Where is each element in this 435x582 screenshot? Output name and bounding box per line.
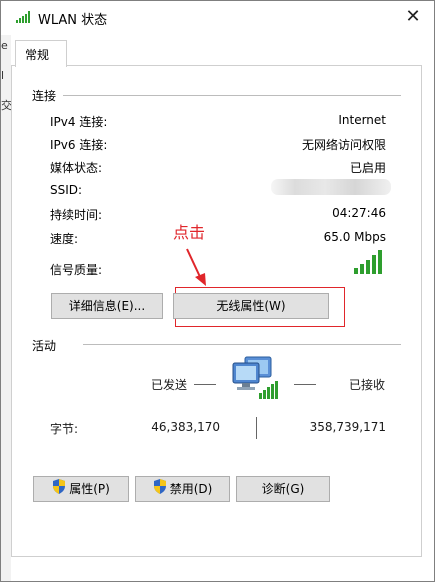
- media-state-value: 已启用: [349, 161, 386, 175]
- ssid-value-blurred: [271, 179, 391, 195]
- group-divider: [63, 95, 401, 96]
- details-button[interactable]: 详细信息(E)...: [51, 293, 163, 319]
- tab-general[interactable]: 常规: [15, 40, 67, 67]
- ipv4-label: IPv4 连接:: [50, 115, 108, 129]
- properties-button[interactable]: 属性(P): [33, 476, 129, 502]
- ipv6-label: IPv6 连接:: [50, 138, 108, 152]
- bytes-received-value: 358,739,171: [309, 420, 386, 434]
- close-button[interactable]: ✕: [396, 3, 430, 31]
- background-fragment-text: l: [1, 69, 5, 82]
- background-fragment-text: 交: [1, 99, 11, 112]
- connection-group-label: 连接: [32, 87, 63, 104]
- bytes-sent-value: 46,383,170: [151, 420, 220, 434]
- window-title: WLAN 状态: [38, 13, 108, 28]
- sent-line: [194, 384, 216, 385]
- speed-label: 速度:: [50, 232, 79, 246]
- ssid-label: SSID:: [50, 183, 83, 197]
- background-fragment-text: e: [1, 39, 8, 52]
- signal-quality-label: 信号质量:: [50, 263, 103, 277]
- wireless-properties-button-label: 无线属性(W): [216, 299, 286, 313]
- duration-label: 持续时间:: [50, 208, 103, 222]
- details-button-label: 详细信息(E)...: [68, 299, 146, 313]
- duration-value: 04:27:46: [332, 206, 386, 220]
- ipv4-value: Internet: [338, 113, 386, 127]
- media-state-label: 媒体状态:: [50, 161, 103, 175]
- sent-label: 已发送: [151, 378, 188, 392]
- network-computers-icon: [229, 355, 283, 404]
- received-label: 已接收: [349, 378, 386, 392]
- bytes-divider: [256, 417, 257, 439]
- annotation-arrow-icon: [186, 248, 206, 286]
- signal-strength-icon: [354, 250, 384, 277]
- uac-shield-icon: [153, 478, 167, 502]
- diagnose-button-label: 诊断(G): [261, 482, 305, 496]
- activity-group-label: 活动: [32, 337, 63, 354]
- speed-value: 65.0 Mbps: [323, 230, 386, 244]
- wireless-properties-button[interactable]: 无线属性(W): [173, 293, 329, 319]
- group-divider: [83, 344, 401, 345]
- received-line: [294, 384, 316, 385]
- annotation-click-text: 点击: [173, 223, 206, 242]
- title-bar[interactable]: WLAN 状态 ✕: [1, 1, 434, 33]
- uac-shield-icon: [52, 478, 66, 502]
- disable-button[interactable]: 禁用(D): [135, 476, 230, 502]
- properties-button-label: 属性(P): [69, 482, 110, 496]
- ipv6-value: 无网络访问权限: [301, 138, 386, 152]
- tab-label: 常规: [25, 48, 50, 62]
- diagnose-button[interactable]: 诊断(G): [236, 476, 330, 502]
- close-icon: ✕: [405, 6, 421, 27]
- wifi-signal-icon: [16, 11, 32, 26]
- background-window-fragment: e l 交: [1, 35, 11, 581]
- bytes-label: 字节:: [50, 422, 79, 436]
- disable-button-label: 禁用(D): [169, 482, 213, 496]
- wlan-status-dialog: WLAN 状态 ✕ e l 交 常规 连接 IPv4 连接: Internet …: [0, 0, 435, 582]
